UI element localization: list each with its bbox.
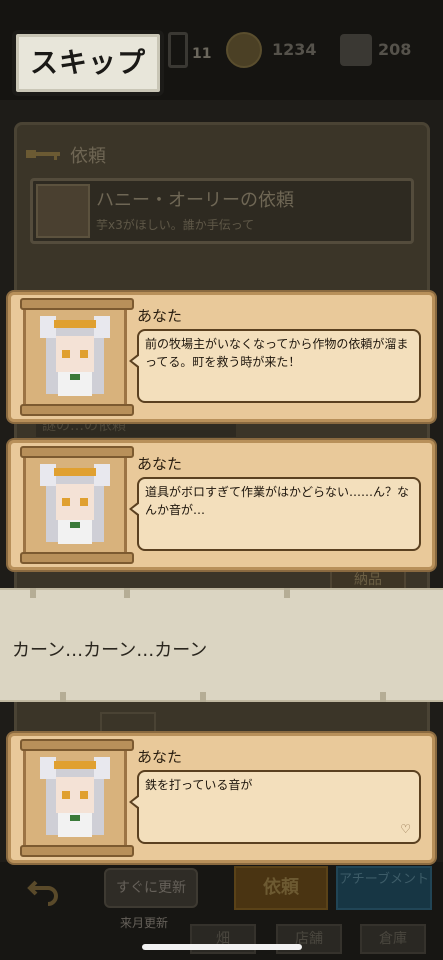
- request-title: ハニー・オーリーの依頼: [96, 190, 294, 211]
- game-screen: 11 1234 208 依頼 ハニー・オーリーの依頼 芋x3がほしい。誰か手伝っ…: [0, 0, 443, 960]
- character-portrait-icon: [40, 316, 110, 396]
- undo-icon[interactable]: [26, 870, 62, 906]
- dialog-box[interactable]: あなた 鉄を打っている音が ♡: [8, 733, 435, 863]
- panel-header: 依頼: [70, 146, 106, 167]
- refresh-caption: 来月更新: [120, 916, 169, 930]
- request-avatar: [36, 184, 90, 238]
- home-indicator[interactable]: [142, 944, 302, 950]
- banner-notch: [380, 692, 386, 702]
- refresh-button[interactable]: すぐに更新: [104, 868, 198, 908]
- sound-effect-text: カーン…カーン…カーン: [12, 640, 208, 661]
- coin-icon: [226, 32, 262, 68]
- small-count: 11: [192, 46, 212, 62]
- dialog-box[interactable]: あなた 道具がボロすぎて作業がはかどらない……ん？なんか音が…: [8, 440, 435, 570]
- achievement-button[interactable]: アチーブメント: [336, 866, 432, 910]
- request-tab-button[interactable]: 依頼: [234, 866, 328, 910]
- dialog-text: 鉄を打っている音が: [145, 778, 253, 792]
- speaker-name: あなた: [137, 455, 183, 473]
- speech-bubble: 鉄を打っている音が ♡: [129, 770, 421, 844]
- skip-button[interactable]: スキップ: [12, 30, 164, 96]
- portrait-frame: [20, 739, 134, 857]
- banner-notch: [30, 588, 36, 598]
- character-portrait-icon: [40, 464, 110, 544]
- calendar-icon: [340, 34, 372, 66]
- coin-count: 1234: [272, 40, 317, 59]
- banner-notch: [60, 692, 66, 702]
- banner-notch: [284, 588, 290, 598]
- speech-bubble: 前の牧場主がいなくなってから作物の依頼が溜まってる。町を救う時が来た！: [129, 329, 421, 403]
- continue-indicator-icon: ♡: [400, 822, 411, 836]
- key-icon: [26, 150, 60, 160]
- portrait-frame: [20, 298, 134, 416]
- portrait-frame: [20, 446, 134, 564]
- banner-notch: [124, 588, 130, 598]
- dialog-text: 前の牧場主がいなくなってから作物の依頼が溜まってる。町を救う時が来た！: [145, 337, 409, 369]
- request-subtitle: 芋x3がほしい。誰か手伝って: [96, 218, 255, 232]
- speech-bubble: 道具がボロすぎて作業がはかどらない……ん？なんか音が…: [129, 477, 421, 551]
- gem-count: 208: [378, 40, 412, 59]
- sound-effect-banner: カーン…カーン…カーン: [0, 588, 443, 702]
- tab-storage[interactable]: 倉庫: [360, 924, 426, 954]
- speaker-name: あなた: [137, 748, 183, 766]
- banner-notch: [200, 692, 206, 702]
- speaker-name: あなた: [137, 307, 183, 325]
- card-icon: [168, 32, 188, 68]
- dialog-text: 道具がボロすぎて作業がはかどらない……ん？なんか音が…: [145, 485, 410, 517]
- dialog-box[interactable]: あなた 前の牧場主がいなくなってから作物の依頼が溜まってる。町を救う時が来た！: [8, 292, 435, 422]
- character-portrait-icon: [40, 757, 110, 837]
